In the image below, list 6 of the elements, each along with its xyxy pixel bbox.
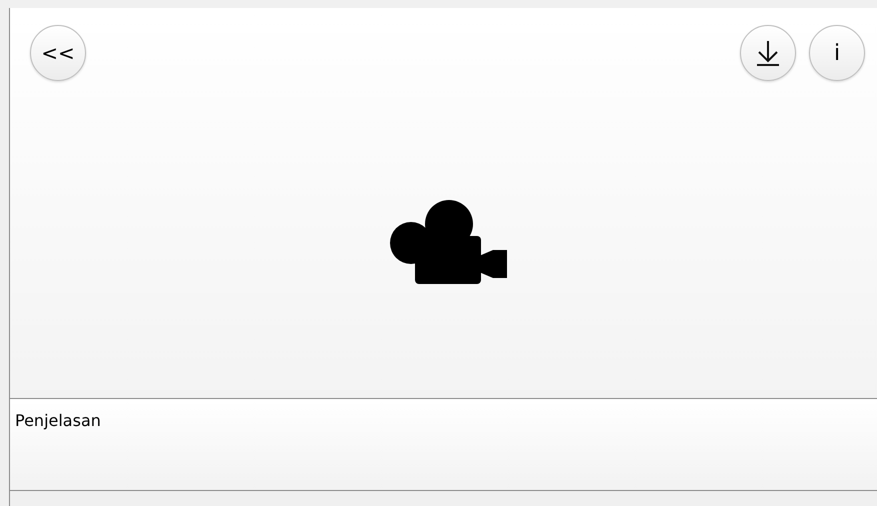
video-camera-icon — [388, 198, 508, 286]
download-icon — [755, 39, 781, 67]
description-text: Penjelasan — [15, 411, 101, 430]
download-button[interactable] — [740, 25, 796, 81]
back-button[interactable]: << — [30, 25, 86, 81]
info-button[interactable]: i — [809, 25, 865, 81]
